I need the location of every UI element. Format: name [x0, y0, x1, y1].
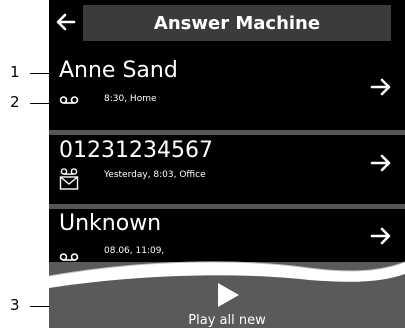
- message-details: Yesterday, 8:03, Office: [104, 170, 206, 180]
- message-item-1[interactable]: Anne Sand 8:30, Home: [49, 57, 405, 127]
- play-all-new-label[interactable]: Play all new: [49, 313, 405, 328]
- caller-name: 01231234567: [59, 138, 213, 163]
- callout-line-2: [30, 103, 50, 104]
- new-voicemail-envelope-icon: [59, 168, 79, 190]
- back-button[interactable]: [49, 0, 83, 44]
- callout-label-1: 1: [10, 63, 20, 81]
- phone-screen: Answer Machine Anne Sand 8:30, Home 0123…: [49, 0, 405, 328]
- separator: [49, 130, 405, 135]
- arrow-right-icon[interactable]: [369, 75, 393, 99]
- separator: [49, 204, 405, 209]
- callout-label-3: 3: [10, 296, 20, 314]
- arrow-right-icon[interactable]: [369, 224, 393, 248]
- caller-name: Anne Sand: [59, 58, 178, 83]
- arrow-left-icon: [56, 13, 76, 31]
- caller-name: Unknown: [59, 211, 162, 236]
- arrow-right-icon[interactable]: [369, 151, 393, 175]
- callout-label-2: 2: [10, 93, 20, 111]
- message-item-2[interactable]: 01231234567 Yesterday, 8:03, Office: [49, 137, 405, 204]
- page-title: Answer Machine: [83, 5, 391, 41]
- message-details: 8:30, Home: [104, 94, 157, 104]
- voicemail-icon: [59, 96, 79, 104]
- play-icon[interactable]: [216, 282, 240, 308]
- header: Answer Machine: [49, 0, 405, 44]
